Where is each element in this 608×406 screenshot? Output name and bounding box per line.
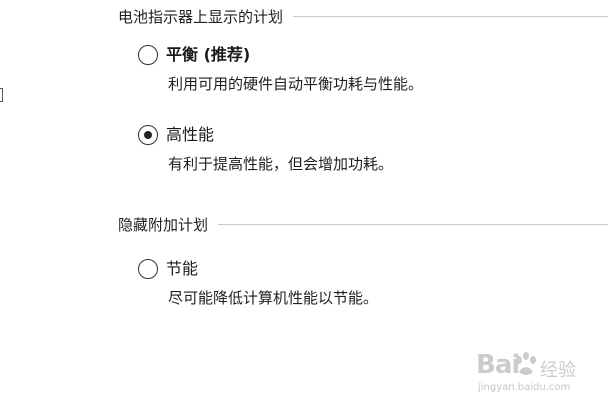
radio-button-balanced[interactable] — [138, 45, 158, 65]
power-plan-high-performance-option[interactable]: 高性能 有利于提高性能，但会增加功耗。 — [138, 124, 608, 180]
radio-button-power-saver[interactable] — [138, 259, 158, 279]
section-divider — [293, 15, 608, 17]
baidu-jingyan-watermark: Bai 经验 jingyan.baidu.com — [476, 348, 596, 400]
watermark-brand: Bai — [476, 350, 520, 380]
power-plan-label: 高性能 — [166, 125, 215, 144]
watermark-suffix: 经验 — [540, 360, 576, 381]
radio-button-high-performance[interactable] — [138, 125, 158, 145]
power-plan-balanced-option[interactable]: 平衡 (推荐) 利用可用的硬件自动平衡功耗与性能。 — [138, 44, 608, 100]
window-edge-fragment — [0, 88, 3, 102]
section-header-indicator-plans: 电池指示器上显示的计划 — [118, 5, 608, 27]
watermark-url: jingyan.baidu.com — [478, 382, 571, 393]
section-header-hidden-plans[interactable]: 隐藏附加计划 — [118, 213, 608, 235]
power-plan-label: 平衡 (推荐) — [166, 45, 251, 64]
power-plan-label: 节能 — [166, 259, 199, 278]
power-plan-power-saver-option[interactable]: 节能 尽可能降低计算机性能以节能。 — [138, 258, 608, 314]
power-plan-description: 有利于提高性能，但会增加功耗。 — [168, 155, 394, 173]
section-title: 隐藏附加计划 — [118, 215, 209, 234]
baidu-paw-icon — [516, 352, 536, 375]
section-title: 电池指示器上显示的计划 — [118, 7, 284, 26]
section-divider — [218, 223, 608, 225]
power-plan-description: 利用可用的硬件自动平衡功耗与性能。 — [168, 75, 424, 93]
power-plan-description: 尽可能降低计算机性能以节能。 — [168, 289, 379, 307]
